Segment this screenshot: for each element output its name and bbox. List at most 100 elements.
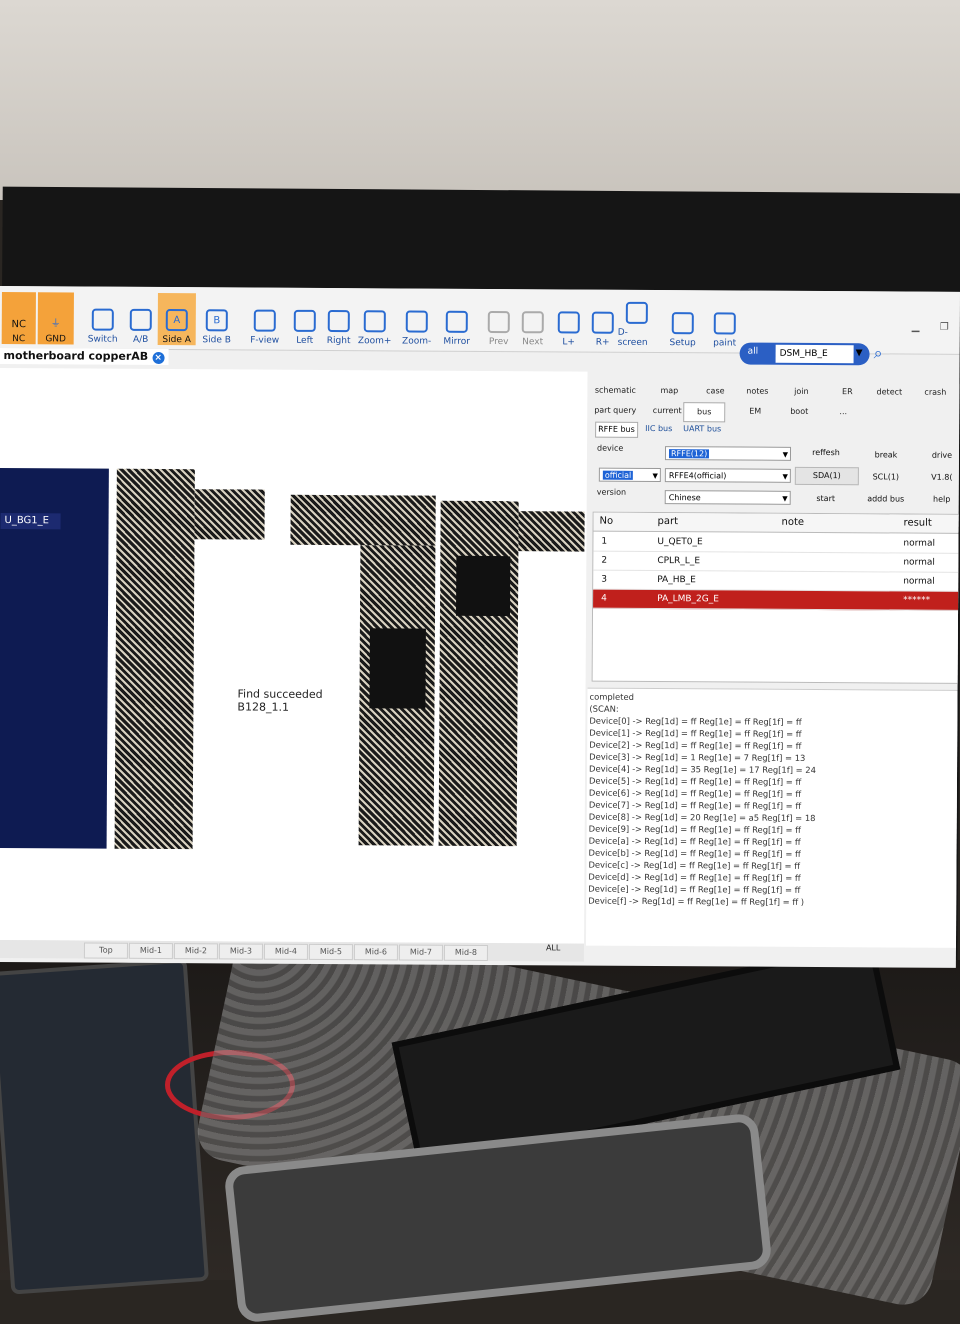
toolbar-a-b-button[interactable]: A/B [122,293,160,345]
layer-tab-mid-5[interactable]: Mid-5 [308,943,353,961]
toolbar-paint-button[interactable]: paint [706,296,744,348]
toolbar-setup-button[interactable]: Setup [664,296,702,348]
layer-tab-mid-3[interactable]: Mid-3 [218,943,263,960]
layer-tab-all[interactable]: ALL [546,943,560,952]
add-bus-button[interactable]: addd bus [861,491,911,507]
row-no: 1 [601,536,608,547]
row-result: normal [903,557,935,568]
phone-left-object [0,958,210,1295]
ground-icon: ⏚ [50,317,61,329]
row-part: U_QET0_E [657,537,703,548]
scl-button[interactable]: SCL(1) [861,469,911,485]
tab-iic-bus[interactable]: IIC bus [643,422,674,436]
panel-boot-button[interactable]: boot [777,403,821,421]
tab-rffe-bus[interactable]: RFFE bus [595,421,638,438]
setup-icon [671,312,694,335]
rotate-right-icon [327,310,350,333]
parts-table-header: No part note result [593,512,960,534]
toolbar-zoom--button[interactable]: Zoom- [398,294,436,347]
version-label: version [596,487,627,497]
chevron-down-icon[interactable]: ▼ [856,348,863,358]
panel-detect-button[interactable]: detect [867,383,911,401]
table-row[interactable]: 1 U_QET0_E normal [593,532,960,554]
panel-part-query-button[interactable]: part query [593,402,637,420]
rotate-left-icon [293,309,316,332]
search-combo[interactable]: all DSM_HB_E ▼ [739,342,870,366]
toolbar-prev-button[interactable]: Prev [480,295,518,347]
row-part: PA_HB_E [657,575,696,586]
nc-button[interactable]: NC NC [1,292,36,345]
right-panel: schematic map case notes join ER detect crash p… [585,381,960,950]
refresh-button[interactable]: reffesh [801,445,851,461]
tab-uart-bus[interactable]: UART bus [681,422,723,436]
toolbar-r--button[interactable]: R+ [584,296,622,348]
close-icon[interactable]: × [152,351,165,365]
toolbar-left-button[interactable]: Left [286,294,324,346]
gnd-button[interactable]: ⏚ GND [37,292,74,345]
panel-bus-button[interactable]: bus [683,402,726,423]
toolbar-switch-button[interactable]: Switch [84,293,122,345]
panel-more-button[interactable]: ... [821,403,865,421]
toolbar-right-button[interactable]: Right [320,294,358,346]
panel-crash-button[interactable]: crash [913,384,957,402]
fullview-icon [253,309,276,332]
toolbar-label: paint [713,338,737,349]
paint-icon [713,312,736,335]
toolbar-f-view-button[interactable]: F-view [246,294,284,346]
panel-case-button[interactable]: case [693,382,737,400]
layer-tab-mid-6[interactable]: Mid-6 [353,944,398,961]
toolbar-d-screen-button[interactable]: D-screen [618,296,656,348]
toolbar-label: L+ [562,337,575,348]
document-tab[interactable]: motherboard copperAB × [0,347,169,366]
device-select[interactable]: RFFE(12) ▼ [664,446,792,461]
row-part: CPLR_L_E [657,556,701,567]
official-select[interactable]: official ▼ [598,467,661,483]
toolbar-zoom--button[interactable]: Zoom+ [356,294,394,346]
chip-label: U_BG1_E [0,513,61,530]
panel-join-button[interactable]: join [779,383,823,401]
row-no: 2 [601,555,608,566]
sda-button[interactable]: SDA(1) [794,466,859,486]
row-part: PA_LMB_2G_E [657,594,719,605]
toolbar-label: Zoom- [402,336,432,347]
row-result: normal [903,576,935,587]
drive-button[interactable]: drive [925,448,959,464]
panel-map-button[interactable]: map [647,382,691,400]
chevron-down-icon: ▼ [652,471,658,481]
toolbar-side-b-button[interactable]: B Side B [198,293,236,345]
table-row[interactable]: 3 PA_HB_E normal [593,570,960,592]
voltage-button[interactable]: V1.8( [925,470,959,486]
toolbar-l--button[interactable]: L+ [550,295,588,348]
panel-em-button[interactable]: EM [733,402,777,420]
search-icon[interactable]: ⌕ [874,343,883,363]
board-canvas[interactable]: U_BG1_E Find succeeded B128_1.1 [0,367,588,944]
help-button[interactable]: help [925,492,959,508]
panel-schematic-button[interactable]: schematic [593,382,637,400]
minimize-icon[interactable]: ▁ [912,322,920,333]
version-select[interactable]: Chinese ▼ [664,490,791,505]
find-status-ref: B128_1.1 [237,700,290,714]
toolbar-mirror-button[interactable]: Mirror [438,295,476,347]
toolbar-side-a-button[interactable]: A Side A [157,292,196,346]
layer-tab-mid-8[interactable]: Mid-8 [443,944,488,961]
panel-notes-button[interactable]: notes [735,382,779,400]
table-row[interactable]: 4 PA_LMB_2G_E ****** [593,589,960,611]
layer-tab-mid-1[interactable]: Mid-1 [128,942,173,960]
nc-top-label: NC [11,319,27,331]
break-button[interactable]: break [861,447,911,463]
row-no: 3 [601,574,607,585]
table-row[interactable]: 2 CPLR_L_E normal [593,551,960,573]
start-button[interactable]: start [801,491,851,507]
search-input[interactable]: DSM_HB_E [775,344,854,364]
rffe-select[interactable]: RFFE4(official) ▼ [664,468,791,483]
chevron-down-icon: ▼ [782,472,788,481]
layer-tab-mid-4[interactable]: Mid-4 [263,943,308,960]
restore-icon[interactable]: ❐ [940,322,949,333]
search-scope[interactable]: all [748,347,759,357]
panel-er-button[interactable]: ER [825,383,869,401]
layer-tab-top[interactable]: Top [83,942,128,959]
toolbar-label: R+ [595,337,610,348]
toolbar-next-button[interactable]: Next [514,295,552,347]
layer-tab-mid-2[interactable]: Mid-2 [173,943,218,960]
layer-tab-mid-7[interactable]: Mid-7 [398,944,443,961]
